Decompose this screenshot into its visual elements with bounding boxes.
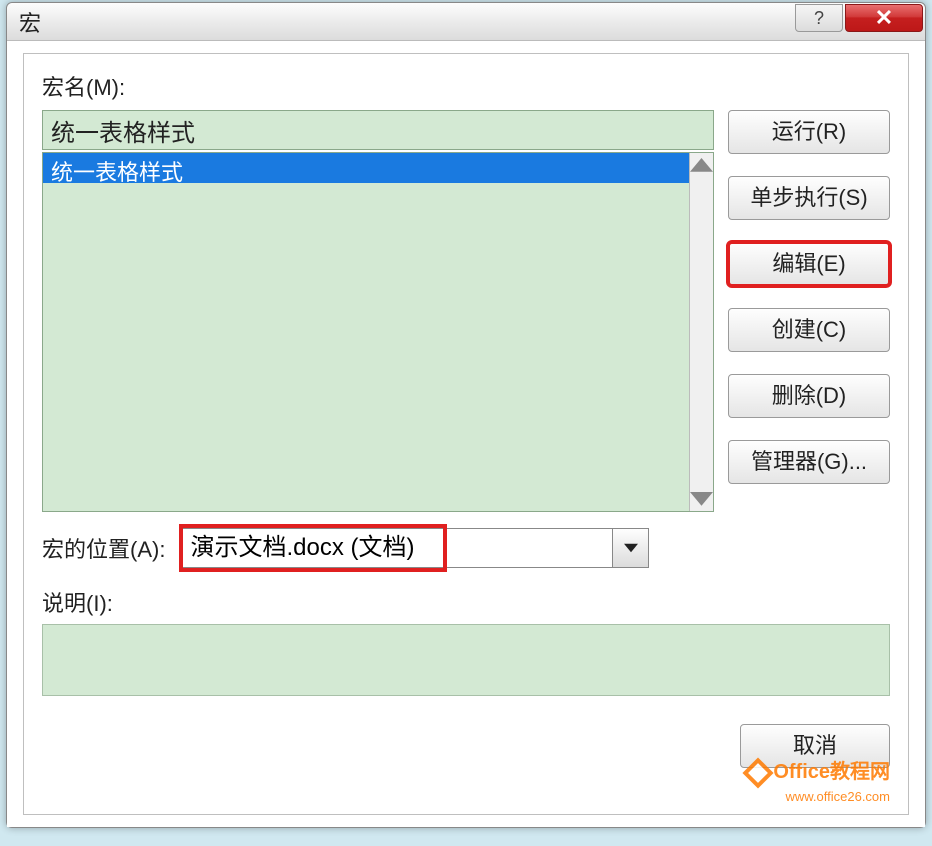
scrollbar[interactable] [689, 153, 713, 511]
chevron-down-icon [624, 543, 638, 553]
macro-list-item[interactable]: 统一表格样式 [43, 153, 689, 183]
close-icon: ✕ [875, 5, 893, 31]
description-box [42, 624, 890, 696]
location-combo[interactable]: 演示文档.docx (文档) [179, 528, 649, 568]
bottom-row: 取消 [42, 724, 890, 768]
macro-name-label: 宏名(M): [42, 70, 890, 102]
help-button[interactable]: ? [795, 4, 843, 32]
delete-button[interactable]: 删除(D) [728, 374, 890, 418]
description-label: 说明(I): [42, 586, 890, 618]
combo-dropdown-button[interactable] [613, 528, 649, 568]
dialog-content: 宏名(M): 统一表格样式 [7, 41, 925, 827]
location-combo-text: 演示文档.docx (文档) [179, 528, 613, 568]
run-button[interactable]: 运行(R) [728, 110, 890, 154]
cancel-button[interactable]: 取消 [740, 724, 890, 768]
help-icon: ? [814, 8, 824, 29]
inner-frame: 宏名(M): 统一表格样式 [23, 53, 909, 815]
titlebar-buttons: ? ✕ [795, 4, 923, 32]
organizer-button[interactable]: 管理器(G)... [728, 440, 890, 484]
left-column: 统一表格样式 [42, 110, 714, 512]
titlebar: 宏 ? ✕ [7, 3, 925, 41]
macro-list-body: 统一表格样式 [43, 153, 689, 511]
create-button[interactable]: 创建(C) [728, 308, 890, 352]
step-button[interactable]: 单步执行(S) [728, 176, 890, 220]
location-label: 宏的位置(A): [42, 532, 165, 564]
dialog-title: 宏 [19, 6, 41, 38]
macro-dialog: 宏 ? ✕ 宏名(M): 统一表格样式 [6, 2, 926, 828]
macro-name-input[interactable] [42, 110, 714, 150]
edit-button[interactable]: 编辑(E) [728, 242, 890, 286]
main-row: 统一表格样式 运行(R) 单步执行 [42, 110, 890, 512]
macro-list[interactable]: 统一表格样式 [42, 152, 714, 512]
scroll-up-icon[interactable] [690, 153, 713, 177]
location-row: 宏的位置(A): 演示文档.docx (文档) [42, 528, 890, 568]
right-column: 运行(R) 单步执行(S) 编辑(E) 创建(C) 删除(D) 管理器(G)..… [728, 110, 890, 512]
scroll-down-icon[interactable] [690, 487, 713, 511]
close-button[interactable]: ✕ [845, 4, 923, 32]
watermark-url: www.office26.com [785, 789, 890, 804]
